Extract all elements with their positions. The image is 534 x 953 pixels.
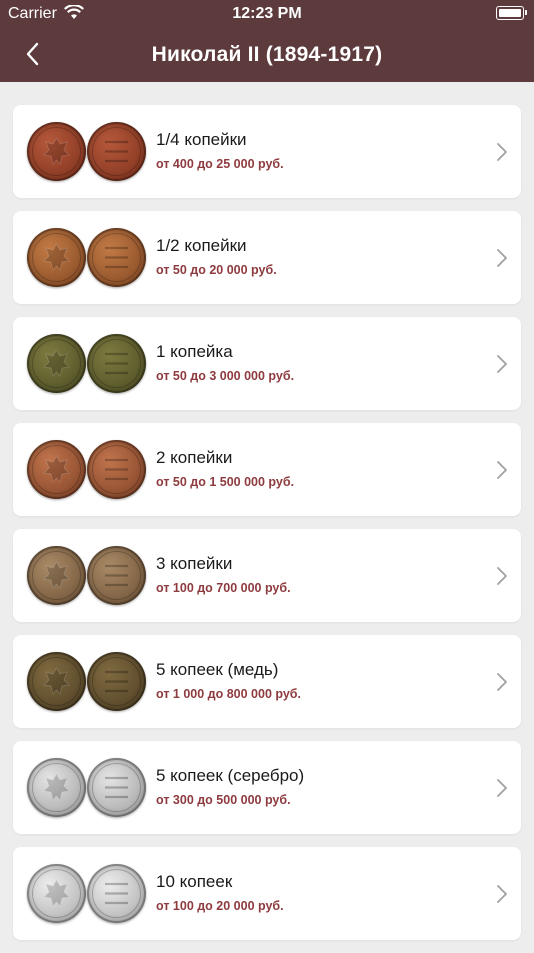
coin-obverse-image (27, 334, 86, 393)
coin-reverse-image (87, 440, 146, 499)
coin-list-item[interactable]: 2 копейки от 50 до 1 500 000 руб. (13, 423, 521, 516)
coin-price-range: от 50 до 1 500 000 руб. (156, 475, 295, 489)
battery-icon (496, 6, 524, 20)
coin-price-range: от 50 до 20 000 руб. (156, 263, 277, 277)
coin-title: 3 копейки (156, 554, 233, 573)
chevron-right-icon (497, 461, 507, 479)
coin-list-item[interactable]: 1/4 копейки от 400 до 25 000 руб. (13, 105, 521, 198)
coin-reverse-image (87, 546, 146, 605)
coin-title: 10 копеек (156, 872, 233, 891)
coin-obverse-image (27, 546, 86, 605)
coin-title: 2 копейки (156, 448, 233, 467)
coin-list-item[interactable]: 1/2 копейки от 50 до 20 000 руб. (13, 211, 521, 304)
coin-price-range: от 1 000 до 800 000 руб. (156, 687, 301, 701)
coin-reverse-image (87, 228, 146, 287)
page-title: Николай II (1894-1917) (151, 43, 383, 66)
coin-price-range: от 100 до 700 000 руб. (156, 581, 291, 595)
chevron-right-icon (497, 885, 507, 903)
coin-obverse-image (27, 440, 86, 499)
coin-list-item[interactable]: 3 копейки от 100 до 700 000 руб. (13, 529, 521, 622)
coin-price-range: от 100 до 20 000 руб. (156, 899, 284, 913)
chevron-right-icon (497, 249, 507, 267)
status-bar: Carrier 12:23 PM (0, 0, 534, 28)
coin-title: 5 копеек (медь) (156, 660, 279, 679)
coin-obverse-image (27, 758, 86, 817)
coin-list-item[interactable]: 5 копеек (серебро) от 300 до 500 000 руб. (13, 741, 521, 834)
coin-obverse-image (27, 228, 86, 287)
coin-list-item[interactable]: 10 копеек от 100 до 20 000 руб. (13, 847, 521, 940)
battery-tip (525, 10, 527, 15)
coin-price-range: от 400 до 25 000 руб. (156, 157, 284, 171)
chevron-right-icon (497, 567, 507, 585)
coin-obverse-image (27, 122, 86, 181)
coin-reverse-image (87, 334, 146, 393)
coin-reverse-image (87, 122, 146, 181)
chevron-right-icon (497, 143, 507, 161)
coin-reverse-image (87, 758, 146, 817)
coin-title: 1/2 копейки (156, 236, 247, 255)
navigation-bar: Carrier 12:23 PM Николай II (1894-1917) (0, 0, 534, 82)
coin-title: 5 копеек (серебро) (156, 766, 305, 785)
chevron-right-icon (497, 779, 507, 797)
coin-price-range: от 50 до 3 000 000 руб. (156, 369, 295, 383)
coin-reverse-image (87, 864, 146, 923)
chevron-right-icon (497, 355, 507, 373)
clock: 12:23 PM (232, 5, 302, 22)
chevron-right-icon (497, 673, 507, 691)
coin-price-range: от 300 до 500 000 руб. (156, 793, 291, 807)
coin-reverse-image (87, 652, 146, 711)
coin-title: 1/4 копейки (156, 130, 247, 149)
coin-list-item[interactable]: 1 копейка от 50 до 3 000 000 руб. (13, 317, 521, 410)
coin-obverse-image (27, 864, 86, 923)
coin-list-item[interactable]: 5 копеек (медь) от 1 000 до 800 000 руб. (13, 635, 521, 728)
coin-obverse-image (27, 652, 86, 711)
coin-title: 1 копейка (156, 342, 233, 361)
coin-list: 1/4 копейки от 400 до 25 000 руб. 1/2 копе… (13, 105, 521, 953)
